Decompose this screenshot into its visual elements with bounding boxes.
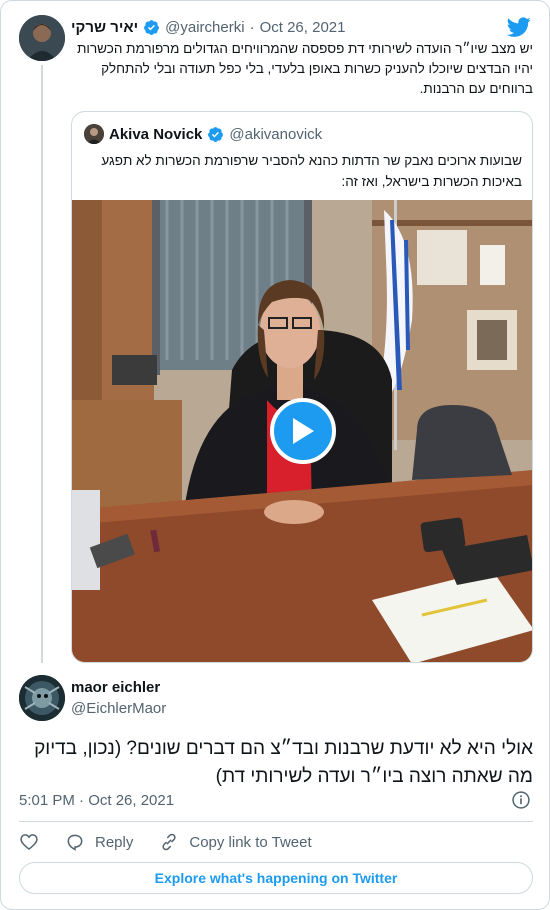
- parent-author-name[interactable]: יאיר שרקי: [71, 19, 138, 36]
- tweet-embed-card: יאיר שרקי @yaircherki · Oct 26, 2021 יש …: [0, 0, 550, 910]
- parent-tweet-text: יש מצב שיו״ר הועדה לשירותי דת פספסה שהמר…: [77, 41, 533, 96]
- reply-label: Reply: [95, 833, 134, 851]
- info-icon[interactable]: [511, 790, 531, 810]
- quoted-tweet-text: שבועות ארוכים נאבק שר הדתות כהנא להסביר …: [101, 153, 522, 189]
- like-button[interactable]: [19, 832, 39, 852]
- reply-author-avatar[interactable]: [19, 675, 65, 721]
- quoted-author-avatar: [84, 124, 104, 144]
- tweet-actions-bar: Reply Copy link to Tweet: [19, 831, 338, 853]
- copy-link-label: Copy link to Tweet: [189, 833, 312, 851]
- reply-button[interactable]: Reply: [65, 832, 133, 852]
- link-icon: [162, 833, 176, 851]
- parent-author-handle[interactable]: @yaircherki: [165, 19, 244, 36]
- header-separator: ·: [249, 18, 255, 36]
- reply-author-name[interactable]: maor eichler: [71, 679, 160, 696]
- reply-tweet-timestamp[interactable]: 5:01 PM · Oct 26, 2021: [19, 792, 174, 809]
- parent-author-avatar[interactable]: [19, 15, 65, 61]
- heart-icon: [20, 834, 38, 851]
- copy-link-button[interactable]: Copy link to Tweet: [159, 832, 312, 852]
- video-play-button[interactable]: [270, 398, 336, 464]
- explore-twitter-button[interactable]: Explore what's happening on Twitter: [19, 862, 533, 894]
- play-icon: [293, 418, 314, 444]
- quoted-tweet-card[interactable]: Akiva Novick @akivanovick שבועות ארוכים …: [71, 111, 533, 663]
- verified-badge-icon: [208, 126, 224, 142]
- reply-author-handle[interactable]: @EichlerMaor: [71, 700, 166, 717]
- parent-tweet-header: יאיר שרקי @yaircherki · Oct 26, 2021: [71, 17, 501, 37]
- reply-icon: [67, 834, 83, 851]
- reply-tweet-text: אולי היא לא יודעת שרבנות ובד״צ הם דברים …: [34, 738, 533, 787]
- thread-connector-line: [41, 65, 43, 663]
- quoted-tweet-header: Akiva Novick @akivanovick: [84, 124, 322, 144]
- twitter-bird-icon[interactable]: [507, 15, 531, 39]
- parent-tweet-date[interactable]: Oct 26, 2021: [260, 19, 346, 36]
- verified-badge-icon: [144, 19, 160, 35]
- quoted-author-handle: @akivanovick: [229, 125, 323, 143]
- actions-divider: [19, 821, 533, 822]
- quoted-author-name: Akiva Novick: [109, 125, 203, 143]
- quoted-video-thumbnail[interactable]: [72, 200, 532, 662]
